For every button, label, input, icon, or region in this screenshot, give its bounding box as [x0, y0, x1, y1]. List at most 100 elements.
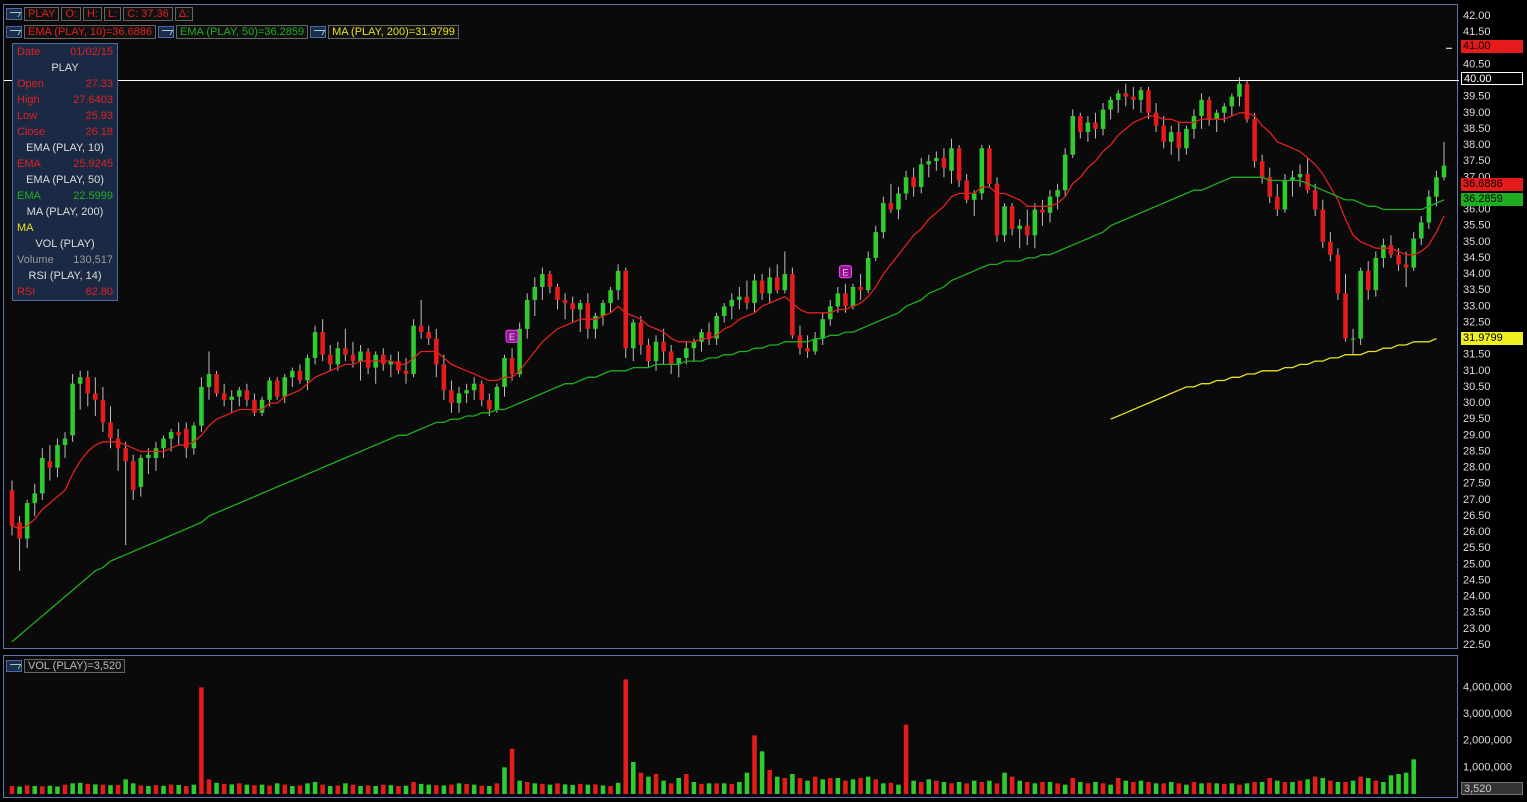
volume-bar [183, 786, 189, 794]
chart-icon[interactable] [6, 8, 22, 20]
volume-bar [888, 782, 894, 794]
candle-body [684, 348, 689, 358]
candle-body [1085, 122, 1091, 133]
volume-bar [1267, 778, 1273, 794]
price-tick-label: 26.00 [1463, 526, 1491, 538]
candle-body [1078, 115, 1083, 133]
candle-body [327, 354, 333, 365]
candle-body [1047, 196, 1053, 213]
candle-body [479, 383, 485, 400]
candle-body [282, 377, 288, 397]
candle-body [267, 380, 272, 400]
volume-bar [623, 679, 628, 794]
candle-body [487, 399, 492, 410]
tag-ema10: 36.6886 [1461, 178, 1523, 191]
ma200-study-label[interactable]: MA (PLAY, 200)=31.9799 [328, 25, 459, 39]
candle-body [767, 277, 772, 294]
price-tick-label: 23.00 [1463, 623, 1491, 635]
volume-bar [146, 786, 151, 794]
candle-body [903, 177, 909, 194]
candle-body [585, 303, 591, 329]
candle-body [1108, 99, 1113, 110]
chart-icon[interactable] [158, 26, 175, 38]
symbol-label[interactable]: PLAY [24, 7, 60, 21]
volume-chart[interactable] [4, 656, 1459, 799]
price-pane[interactable]: EE PLAY O: H: L: C: 37.36 Δ: EMA (PLAY, … [3, 4, 1459, 650]
candle-body [956, 148, 962, 181]
volume-bar [540, 783, 545, 794]
chart-icon[interactable] [310, 26, 327, 38]
price-tick-label: 24.50 [1463, 574, 1491, 586]
volume-bar [1396, 774, 1401, 794]
volume-bar [24, 785, 30, 794]
price-chart[interactable]: EE [4, 5, 1459, 650]
high-label: H: [82, 7, 102, 21]
price-tick-label: 37.50 [1463, 155, 1491, 167]
ema10-study-label[interactable]: EMA (PLAY, 10)=36.6886 [24, 25, 157, 39]
volume-bar [388, 785, 394, 794]
volume-tick-label: 1,000,000 [1463, 761, 1512, 773]
volume-bar [1123, 780, 1129, 794]
chart-icon[interactable] [6, 660, 22, 672]
candle-body [252, 399, 257, 413]
candle-body [191, 425, 197, 449]
volume-bar [896, 784, 901, 794]
volume-bar [971, 780, 977, 794]
candle-body [305, 357, 310, 381]
chart-icon[interactable] [6, 26, 22, 38]
candle-body [244, 390, 250, 400]
volume-bar [1138, 780, 1144, 794]
volume-bar [714, 783, 719, 794]
volume-bar [790, 774, 795, 794]
volume-bar [115, 784, 121, 794]
ema50-study-label[interactable]: EMA (PLAY, 50)=36.2859 [176, 25, 309, 39]
candle-body [964, 180, 969, 200]
volume-axis[interactable]: 4,000,000 3,000,000 2,000,000 1,000,000 3,5… [1459, 655, 1527, 798]
candle-body [896, 193, 901, 210]
candle-body [1373, 257, 1379, 291]
volume-bar [259, 784, 265, 794]
volume-bar [835, 778, 841, 794]
dw-ema50-row: EMA 22.5999 [17, 190, 113, 202]
volume-pane[interactable]: VOL (PLAY)=3,520 [3, 655, 1458, 798]
candle-body [661, 341, 666, 352]
candle-body [1403, 264, 1409, 268]
volume-bar [77, 782, 83, 794]
volume-bar [987, 780, 992, 794]
volume-bar [108, 785, 113, 794]
candle-body [631, 322, 636, 349]
candle-body [1229, 96, 1235, 107]
candle-body [146, 454, 151, 458]
candle-body [138, 457, 144, 487]
volume-bar [1381, 782, 1386, 794]
volume-bar [956, 782, 962, 794]
volume-bar [577, 783, 583, 794]
volume-bar [1115, 778, 1121, 794]
candle-body [509, 357, 515, 375]
candle-body [782, 274, 788, 291]
volume-bar [828, 778, 833, 794]
candle-body [1184, 128, 1189, 149]
candle-body [1365, 270, 1371, 291]
price-tick-label: 25.50 [1463, 542, 1491, 554]
volume-study-label[interactable]: VOL (PLAY)=3,520 [24, 659, 126, 673]
price-axis[interactable]: 42.00 41.50 40.50 39.50 39.00 38.50 38.00 37.50… [1459, 4, 1527, 649]
dw-vol-title: VOL (PLAY) [35, 238, 95, 250]
price-tick-label: 34.00 [1463, 268, 1491, 280]
candle-body [1259, 161, 1265, 178]
volume-bar [949, 783, 954, 794]
candle-body [62, 438, 68, 446]
candle-body [805, 348, 810, 352]
candle-body [888, 203, 894, 210]
candle-body [494, 386, 500, 410]
candle-body [176, 432, 181, 436]
candle-body [502, 357, 507, 387]
candle-body [24, 503, 30, 539]
candle-body [55, 445, 60, 468]
series-line-1 [11, 176, 1445, 643]
volume-bar [615, 782, 621, 794]
volume-bar [1350, 780, 1356, 794]
volume-bar [130, 783, 136, 794]
volume-bar [517, 780, 522, 794]
volume-bar [812, 776, 818, 794]
